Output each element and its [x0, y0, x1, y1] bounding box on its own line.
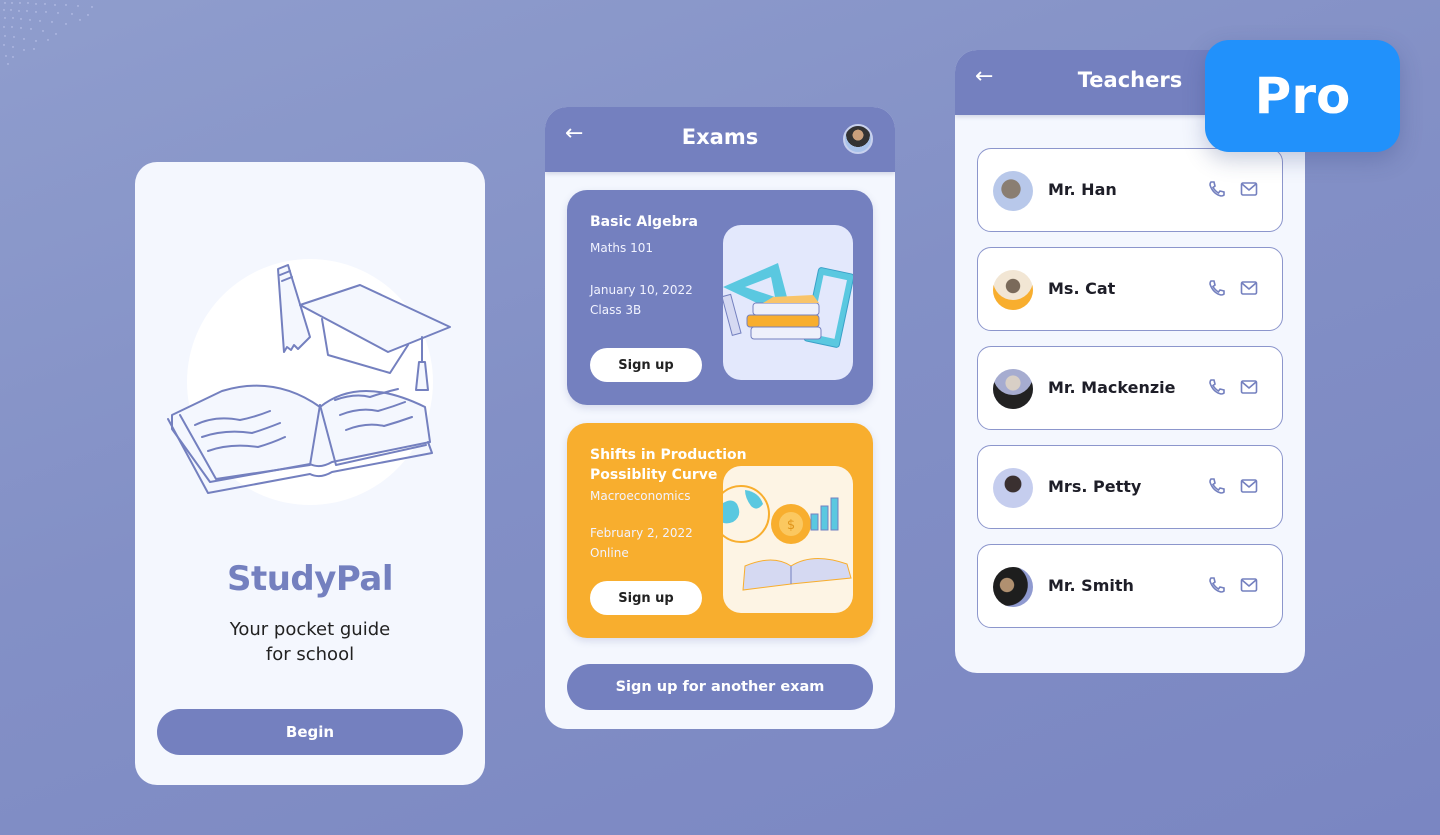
app-brand-name: StudyPal — [226, 559, 394, 599]
avatar[interactable] — [843, 124, 873, 154]
mail-icon[interactable] — [1240, 478, 1258, 494]
phone-icon[interactable] — [1208, 576, 1226, 594]
tagline: Your pocket guide for school — [195, 617, 425, 667]
pro-badge: Pro — [1205, 40, 1400, 152]
math-books-abacus-illustration — [721, 225, 855, 380]
tagline-line-2: for school — [265, 644, 355, 665]
teacher-list-item[interactable]: Mr. Han — [977, 148, 1283, 232]
exam-location: Online — [590, 546, 629, 560]
exam-course: Macroeconomics — [590, 489, 691, 503]
teacher-name: Ms. Cat — [1048, 279, 1116, 298]
sign-up-button[interactable]: Sign up — [590, 348, 702, 382]
svg-text:$: $ — [787, 518, 795, 533]
teacher-name: Mr. Mackenzie — [1048, 378, 1176, 397]
teacher-list-item[interactable]: Mrs. Petty — [977, 445, 1283, 529]
sign-up-another-exam-button[interactable]: Sign up for another exam — [567, 664, 873, 710]
mail-icon[interactable] — [1240, 181, 1258, 197]
teacher-list-item[interactable]: Mr. Smith — [977, 544, 1283, 628]
phone-icon[interactable] — [1208, 279, 1226, 297]
teacher-name: Mrs. Petty — [1048, 477, 1142, 496]
avatar — [993, 567, 1033, 607]
tagline-line-1: Your pocket guide — [229, 619, 391, 640]
phone-icon[interactable] — [1208, 180, 1226, 198]
phone-icon[interactable] — [1208, 477, 1226, 495]
exam-card: Basic Algebra Maths 101 January 10, 2022… — [567, 190, 873, 405]
avatar — [993, 171, 1033, 211]
teacher-name: Mr. Han — [1048, 180, 1117, 199]
sign-up-button[interactable]: Sign up — [590, 581, 702, 615]
welcome-screen: StudyPal Your pocket guide for school Be… — [135, 162, 485, 785]
background-dot-pattern — [3, 2, 93, 65]
exam-location: Class 3B — [590, 303, 642, 317]
avatar — [993, 369, 1033, 409]
teacher-name: Mr. Smith — [1048, 576, 1134, 595]
teacher-list-item[interactable]: Ms. Cat — [977, 247, 1283, 331]
mail-icon[interactable] — [1240, 577, 1258, 593]
teacher-list-item[interactable]: Mr. Mackenzie — [977, 346, 1283, 430]
book-pencil-graduation-cap-illustration — [167, 264, 451, 494]
mail-icon[interactable] — [1240, 379, 1258, 395]
mail-icon[interactable] — [1240, 280, 1258, 296]
exam-card: Shifts in Production Possiblity Curve Ma… — [567, 423, 873, 638]
exam-course: Maths 101 — [590, 241, 653, 255]
economics-globe-book-illustration: $ — [712, 466, 853, 613]
avatar — [993, 270, 1033, 310]
phone-icon[interactable] — [1208, 378, 1226, 396]
exams-screen: ← Exams Basic Algebra Maths 101 January … — [545, 107, 895, 729]
exams-app-bar: ← Exams — [545, 107, 895, 172]
avatar — [993, 468, 1033, 508]
exam-date: January 10, 2022 — [590, 283, 693, 297]
exam-date: February 2, 2022 — [590, 526, 693, 540]
begin-button[interactable]: Begin — [157, 709, 463, 755]
